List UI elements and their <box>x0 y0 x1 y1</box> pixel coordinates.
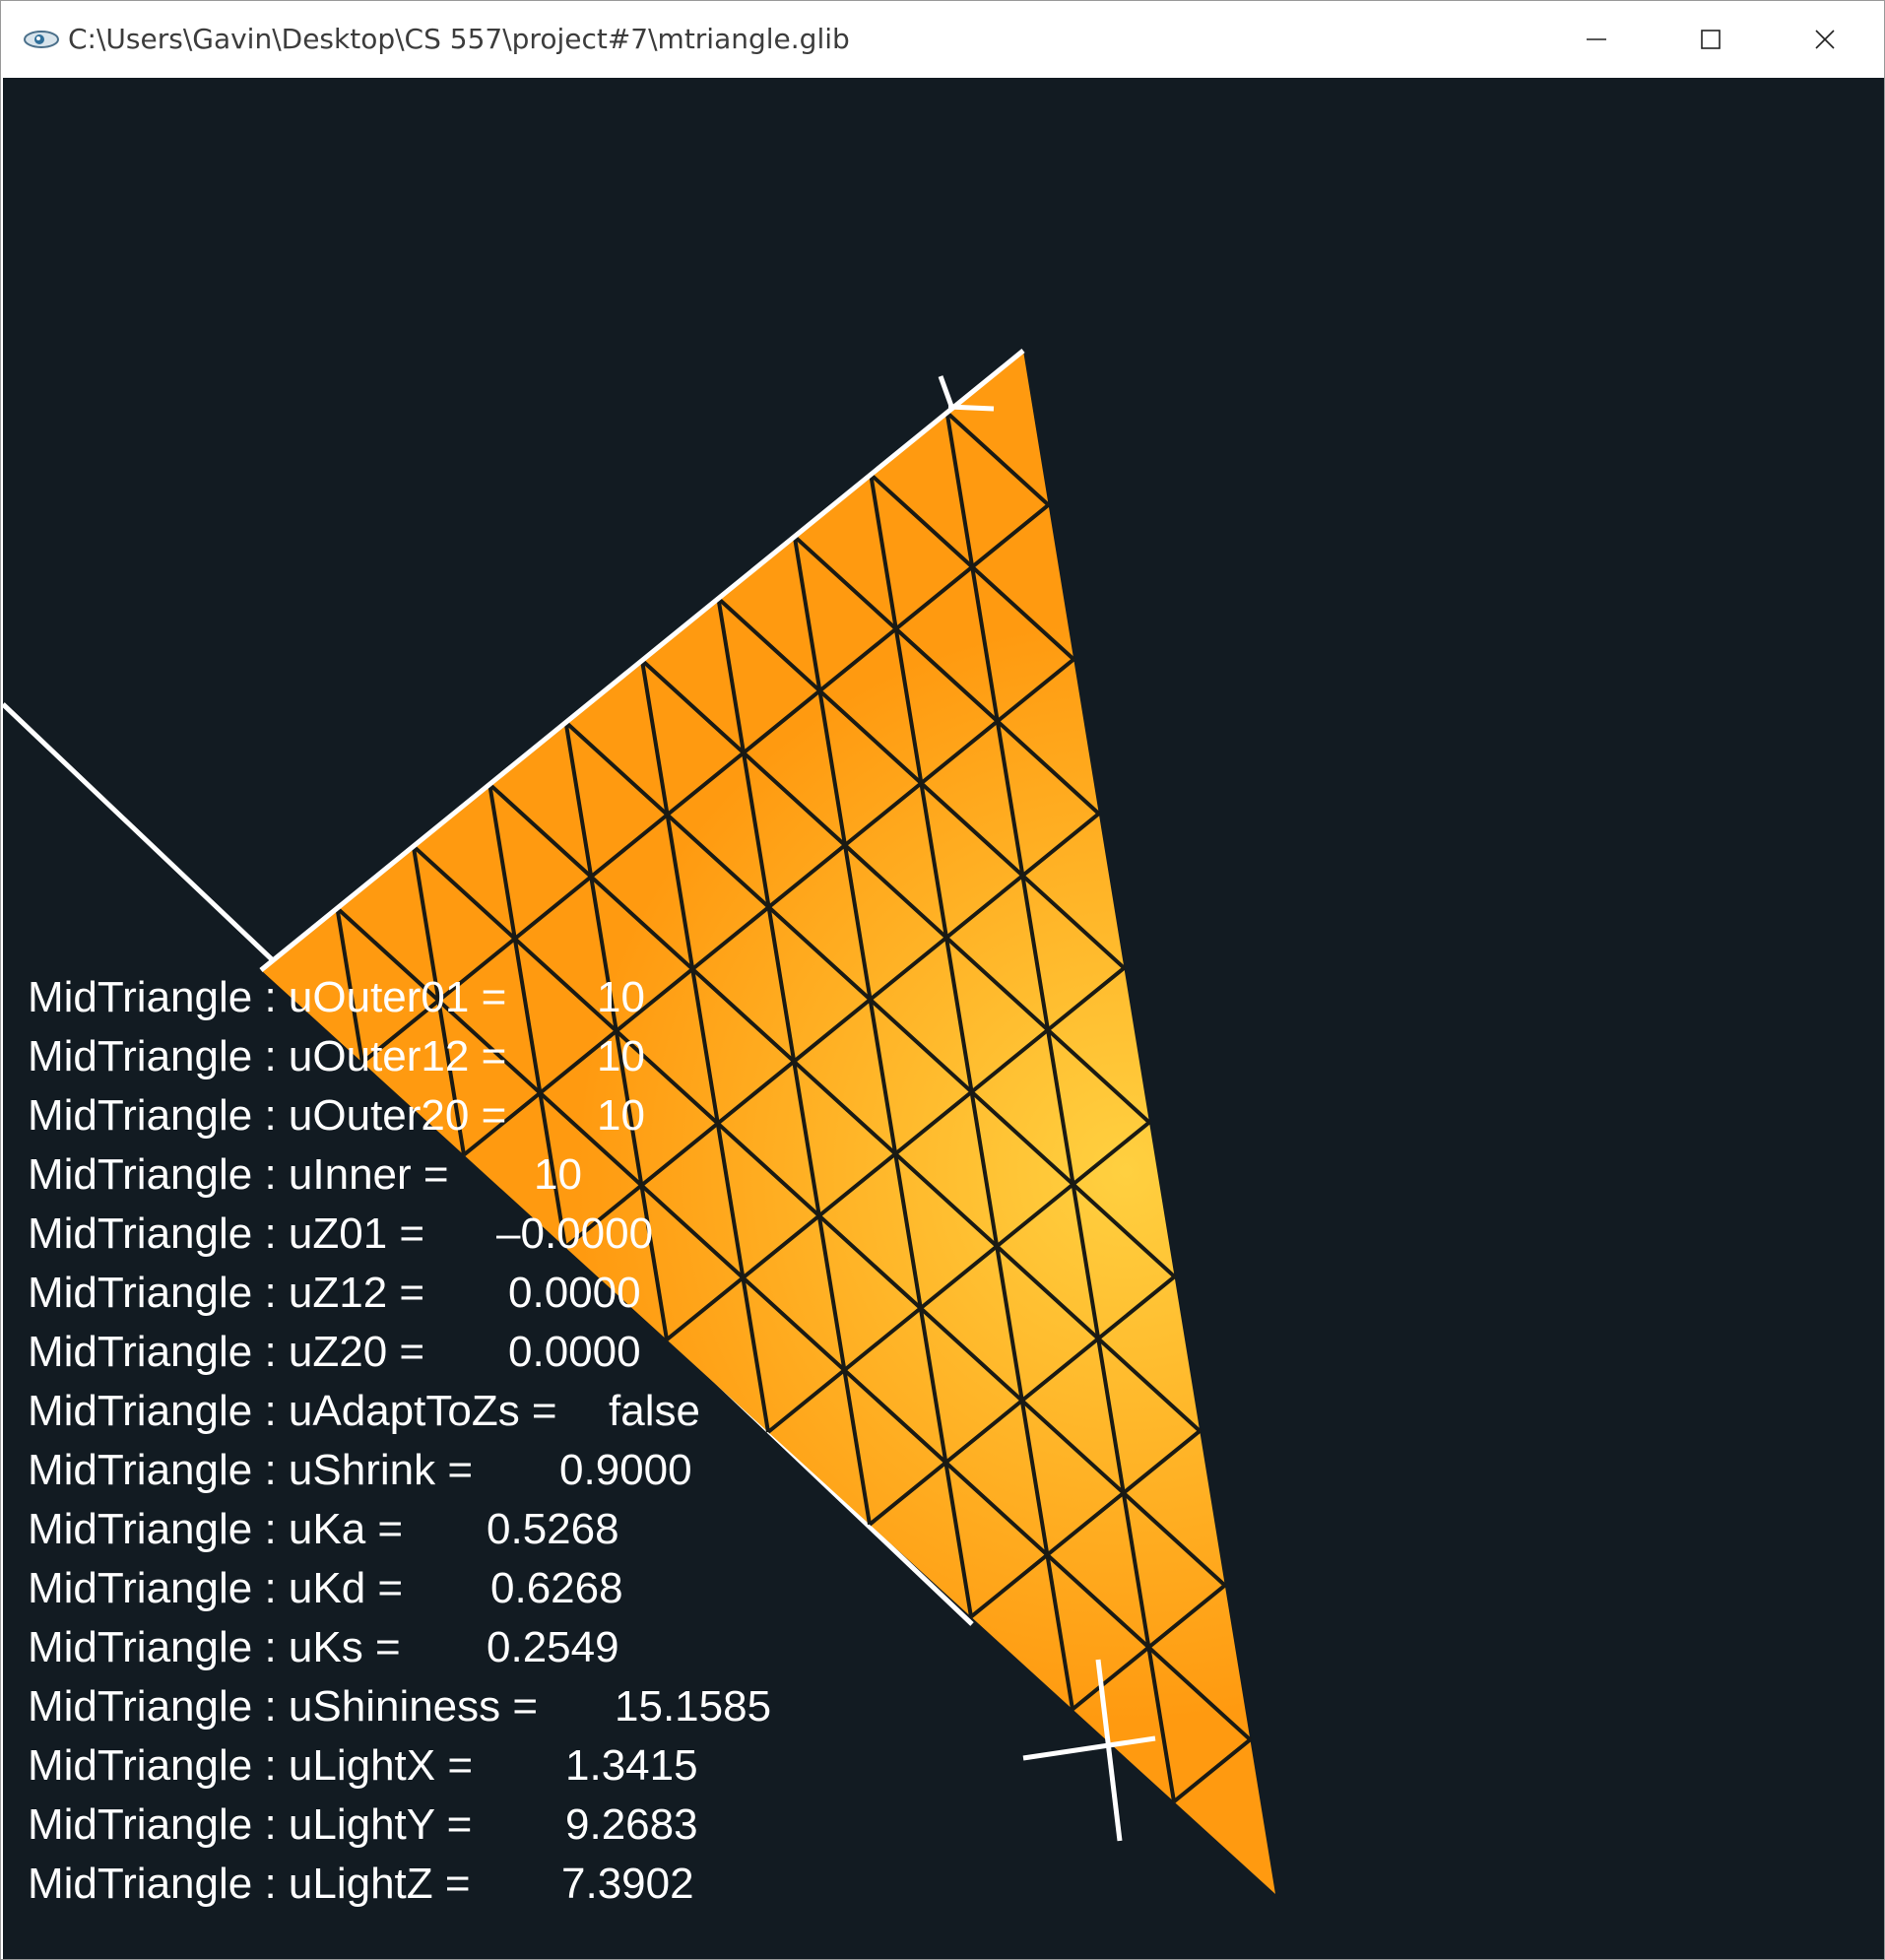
param-name: MidTriangle : uOuter01 = <box>28 973 507 1021</box>
maximize-button[interactable] <box>1654 1 1768 78</box>
param-name: MidTriangle : uInner = <box>28 1150 449 1199</box>
glman-window: C:\Users\Gavin\Desktop\CS 557\project#7\… <box>0 0 1885 1960</box>
param-name: MidTriangle : uShrink = <box>28 1446 474 1494</box>
param-name: MidTriangle : uShininess = <box>28 1682 539 1731</box>
param-name: MidTriangle : uAdaptToZs = <box>28 1387 557 1435</box>
param-value: 15.1585 <box>615 1682 772 1731</box>
param-name: MidTriangle : uZ12 = <box>28 1269 425 1317</box>
param-value: 10 <box>597 1091 645 1140</box>
param-value: 0.6268 <box>490 1564 623 1612</box>
param-value: false <box>609 1387 700 1435</box>
param-value: 0.0000 <box>508 1328 641 1376</box>
param-value: 0.2549 <box>487 1623 619 1671</box>
param-value: 0.9000 <box>559 1446 692 1494</box>
param-name: MidTriangle : uZ01 = <box>28 1209 425 1258</box>
minimize-icon <box>1587 38 1606 40</box>
param-name: MidTriangle : uKd = <box>28 1564 404 1612</box>
param-value: –0.0000 <box>496 1209 654 1258</box>
param-name: MidTriangle : uZ20 = <box>28 1328 425 1376</box>
close-button[interactable] <box>1768 1 1882 78</box>
maximize-icon <box>1701 30 1721 49</box>
param-value: 0.0000 <box>508 1269 641 1317</box>
window-title: C:\Users\Gavin\Desktop\CS 557\project#7\… <box>68 23 850 55</box>
param-value: 7.3902 <box>561 1860 694 1908</box>
param-value: 10 <box>597 1032 645 1080</box>
param-value: 9.2683 <box>565 1800 698 1849</box>
param-name: MidTriangle : uOuter12 = <box>28 1032 507 1080</box>
param-name: MidTriangle : uKs = <box>28 1623 401 1671</box>
param-value: 0.5268 <box>487 1505 619 1553</box>
param-name: MidTriangle : uLightY = <box>28 1800 473 1849</box>
minimize-button[interactable] <box>1539 1 1654 78</box>
glman-eye-icon <box>24 31 59 48</box>
param-name: MidTriangle : uOuter20 = <box>28 1091 507 1140</box>
gl-viewport[interactable]: MidTriangle : uOuter01 = 10 MidTriangle :… <box>3 78 1884 1959</box>
param-name: MidTriangle : uLightX = <box>28 1741 474 1790</box>
title-bar[interactable]: C:\Users\Gavin\Desktop\CS 557\project#7\… <box>1 1 1884 78</box>
param-name: MidTriangle : uKa = <box>28 1505 404 1553</box>
param-value: 10 <box>534 1150 582 1199</box>
param-value: 10 <box>597 973 645 1021</box>
param-name: MidTriangle : uLightZ = <box>28 1860 471 1908</box>
param-value: 1.3415 <box>565 1741 698 1790</box>
close-icon <box>1815 30 1835 49</box>
